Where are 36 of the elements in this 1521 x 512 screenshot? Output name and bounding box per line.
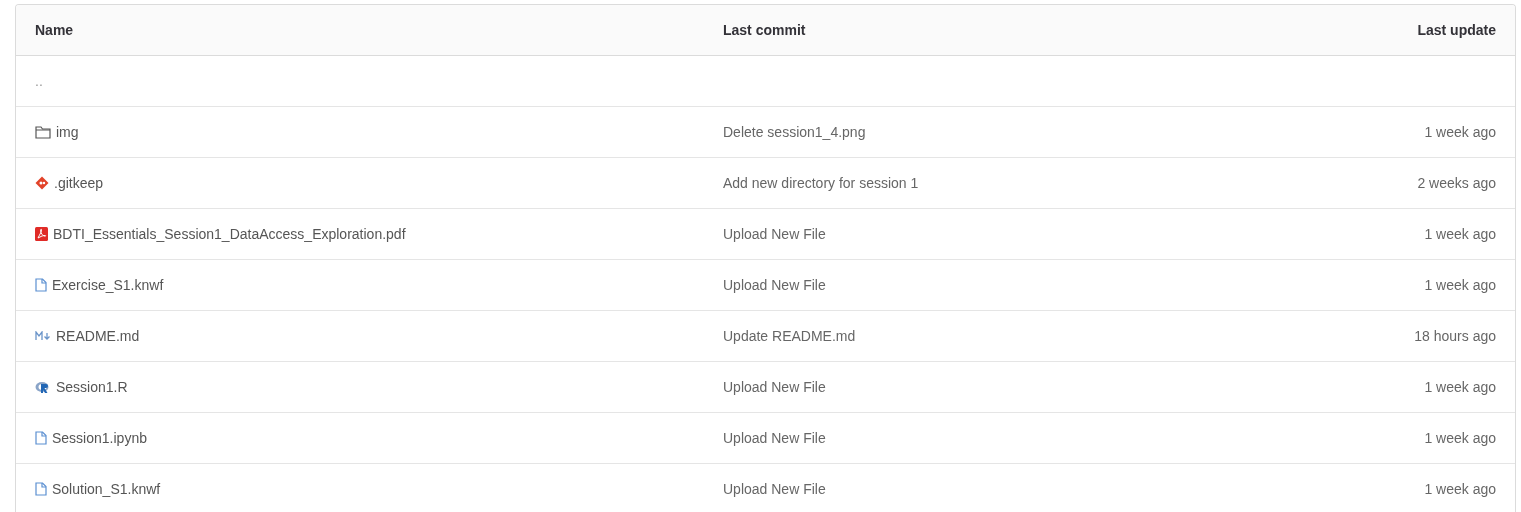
update-time: 1 week ago: [1424, 122, 1496, 142]
folder-icon: [35, 125, 51, 139]
commit-message-link[interactable]: Add new directory for session 1: [723, 172, 919, 194]
update-time: 1 week ago: [1424, 377, 1496, 397]
file-link[interactable]: Session1.R: [56, 376, 128, 398]
update-time: 1 week ago: [1424, 479, 1496, 499]
file-link[interactable]: Exercise_S1.knwf: [52, 274, 164, 296]
file-link[interactable]: README.md: [56, 325, 140, 347]
pdf-icon: [35, 227, 48, 241]
file-link[interactable]: Session1.ipynb: [52, 427, 147, 449]
file-icon: [35, 278, 47, 292]
commit-message-link[interactable]: Upload New File: [723, 376, 826, 398]
update-time: 18 hours ago: [1414, 326, 1496, 346]
commit-message-link[interactable]: Delete session1_4.png: [723, 121, 866, 143]
column-header: Last update: [1417, 20, 1496, 40]
r-logo-icon: [35, 380, 51, 394]
commit-message-link[interactable]: Update README.md: [723, 325, 856, 347]
column-header: Name: [35, 20, 74, 40]
file-icon: [35, 482, 47, 496]
file-link[interactable]: BDTI_Essentials_Session1_DataAccess_Exploration.pdf: [53, 223, 406, 245]
parent-directory-link[interactable]: ..: [35, 70, 43, 92]
update-time: 1 week ago: [1424, 428, 1496, 448]
update-time: 2 weeks ago: [1417, 173, 1496, 193]
column-header: Last commit: [723, 20, 806, 40]
commit-message-link[interactable]: Upload New File: [723, 223, 826, 245]
file-link[interactable]: .gitkeep: [54, 172, 104, 194]
update-time: 1 week ago: [1424, 224, 1496, 244]
diamond-icon: [35, 176, 49, 190]
commit-message-link[interactable]: Upload New File: [723, 427, 826, 449]
folder-link[interactable]: img: [56, 121, 79, 143]
markdown-icon: [35, 331, 51, 341]
file-link[interactable]: Solution_S1.knwf: [52, 478, 161, 500]
file-icon: [35, 431, 47, 445]
commit-message-link[interactable]: Upload New File: [723, 478, 826, 500]
update-time: 1 week ago: [1424, 275, 1496, 295]
commit-message-link[interactable]: Upload New File: [723, 274, 826, 296]
